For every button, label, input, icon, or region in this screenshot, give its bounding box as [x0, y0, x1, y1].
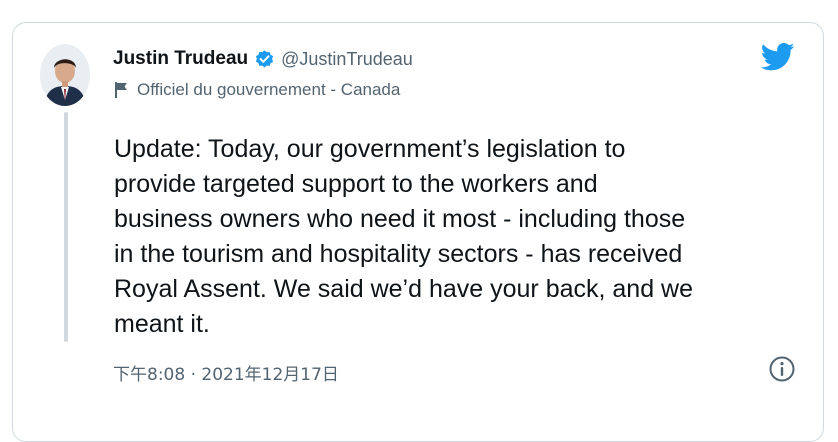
author-display-name[interactable]: Justin Trudeau [113, 48, 248, 70]
twitter-bird-icon[interactable] [760, 42, 795, 72]
author-handle[interactable]: @JustinTrudeau [281, 49, 413, 70]
government-label[interactable]: Officiel du gouvernement - Canada [137, 80, 400, 100]
thread-line [64, 112, 68, 342]
author-row: Justin Trudeau @JustinTrudeau [113, 48, 413, 70]
flag-icon [114, 81, 128, 99]
government-label-row: Officiel du gouvernement - Canada [114, 80, 400, 100]
tweet-timestamp[interactable]: 下午8:08 · 2021年12月17日 [113, 360, 339, 385]
verified-badge-icon [254, 49, 275, 70]
info-icon[interactable] [768, 355, 796, 383]
avatar[interactable] [40, 44, 90, 106]
tweet-text: Update: Today, our government’s legislat… [114, 135, 694, 338]
